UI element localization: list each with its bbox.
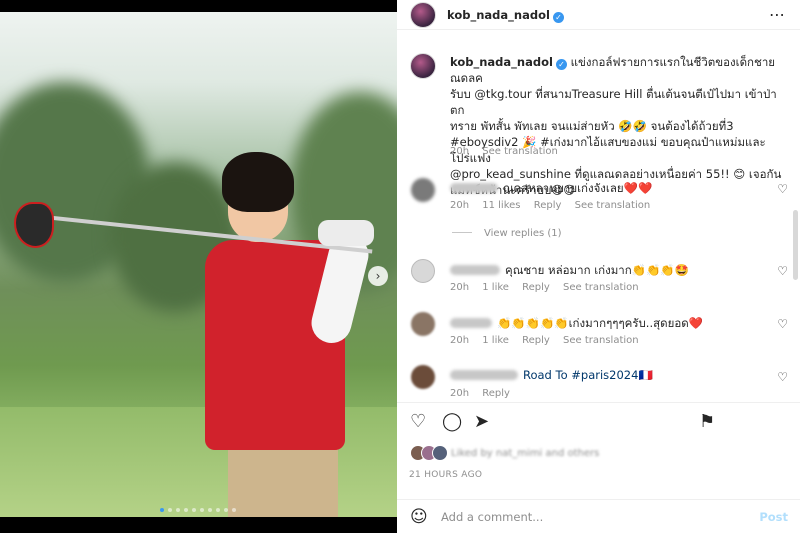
comment-meta: 20h 1 like Reply See translation <box>450 282 649 293</box>
comment-likes[interactable]: 11 likes <box>482 200 520 211</box>
heart-icon[interactable]: ♡ <box>410 411 426 432</box>
avatar <box>432 445 448 461</box>
reply-button[interactable]: Reply <box>534 200 562 211</box>
carousel-dots <box>160 508 236 512</box>
emoji-icon[interactable]: ☺ <box>410 507 428 527</box>
comment-time: 20h <box>450 282 470 293</box>
header-username[interactable]: kob_nada_nadol ✓ <box>447 8 564 23</box>
avatar[interactable] <box>411 259 435 283</box>
comment-meta: 20h 1 like Reply See translation <box>450 335 649 346</box>
bottom-bar <box>0 517 397 533</box>
kid-hair <box>222 152 294 212</box>
heart-icon[interactable]: ♡ <box>777 264 788 278</box>
comment-text: 👏👏👏👏👏เก่งมากๆๆๆครับ..สุดยอด❤️ <box>450 315 703 333</box>
avatar[interactable] <box>411 178 435 202</box>
comment-text: Road To #paris2024🇫🇷 <box>450 368 653 382</box>
avatar[interactable] <box>410 2 436 28</box>
see-translation-link[interactable]: See translation <box>563 282 639 293</box>
chevron-right-icon[interactable]: › <box>368 266 388 286</box>
caption-username[interactable]: kob_nada_nadol <box>450 55 553 69</box>
reply-button[interactable]: Reply <box>522 335 550 346</box>
comment-icon[interactable]: ◯ <box>442 411 462 432</box>
comment-meta: 20h Reply <box>450 388 520 399</box>
comment-body: ณดลหลานยายเก่งจังเลย❤️❤️ <box>503 181 653 195</box>
verified-badge-icon: ✓ <box>552 12 564 23</box>
comment-body: 👏👏👏👏👏เก่งมากๆๆๆครับ..สุดยอด❤️ <box>497 316 704 330</box>
comment-input[interactable] <box>441 508 741 526</box>
carousel-dot <box>224 508 228 512</box>
heart-icon[interactable]: ♡ <box>777 317 788 331</box>
carousel-dot <box>200 508 204 512</box>
comment-meta: 20h 11 likes Reply See translation <box>450 200 660 211</box>
caption-line: รับบ @tkg.tour ที่สนามTreasure Hill ตื่น… <box>450 87 777 117</box>
liked-by[interactable]: Liked by nat_mimi and others <box>397 444 800 462</box>
carousel-dot <box>192 508 196 512</box>
commenter-name[interactable] <box>450 183 498 193</box>
commenter-name[interactable] <box>450 318 492 328</box>
reply-button[interactable]: Reply <box>522 282 550 293</box>
golf-club-head <box>14 202 54 248</box>
see-translation-link[interactable]: See translation <box>482 146 558 157</box>
avatar[interactable] <box>410 53 436 79</box>
post-button[interactable]: Post <box>759 510 788 524</box>
post-header: kob_nada_nadol ✓ ⋯ <box>397 0 800 30</box>
post-photo[interactable]: › <box>0 12 397 517</box>
caption-line: @pro_kead_sunshine ที่ดูแลณดลอย่างเหนื่อ… <box>450 167 782 181</box>
comment-body: คุณชาย หล่อมาก เก่งมาก👏👏👏🤩 <box>505 263 689 277</box>
caption-time: 20h <box>450 146 470 157</box>
caption-text: kob_nada_nadol ✓ แข่งกอล์ฟรายการแรกในชีวิ… <box>450 54 785 198</box>
avatar[interactable] <box>411 312 435 336</box>
commenter-name[interactable] <box>450 265 500 275</box>
verified-badge-icon: ✓ <box>555 59 567 70</box>
bookmark-icon[interactable]: ⚑ <box>699 411 715 432</box>
post-side-panel: kob_nada_nadol ✓ ⋯ kob_nada_nadol ✓ แข่งกอ… <box>397 0 800 533</box>
heart-icon[interactable]: ♡ <box>777 370 788 384</box>
kid-pants <box>228 442 338 517</box>
golf-gloves <box>318 220 374 246</box>
caption-meta: 20h See translation <box>450 146 568 157</box>
comment-likes[interactable]: 1 like <box>482 282 509 293</box>
carousel-dot <box>232 508 236 512</box>
comment-text: ณดลหลานยายเก่งจังเลย❤️❤️ <box>450 180 652 198</box>
share-icon[interactable]: ➤ <box>474 411 489 432</box>
add-comment-bar: ☺ Post <box>397 499 800 533</box>
commenter-name[interactable] <box>450 370 518 380</box>
carousel-dot <box>216 508 220 512</box>
reply-button[interactable]: Reply <box>482 388 510 399</box>
post-timestamp[interactable]: 21 HOURS AGO <box>409 470 482 480</box>
carousel-dot <box>208 508 212 512</box>
more-icon[interactable]: ⋯ <box>769 5 786 24</box>
comment-body: Road To #paris2024🇫🇷 <box>523 368 653 382</box>
comment-likes[interactable]: 1 like <box>482 335 509 346</box>
caption-line: ทราย พัทสั้น พัทเลย จนแม่ส่ายหัว 🤣🤣 จนต้… <box>450 119 734 133</box>
see-translation-link[interactable]: See translation <box>563 335 639 346</box>
comment-time: 20h <box>450 388 470 399</box>
post-modal: › kob_nada_nadol ✓ ⋯ kob_nada_nadol ✓ แข่ง… <box>0 0 800 533</box>
carousel-dot <box>160 508 164 512</box>
scrollbar[interactable] <box>793 210 798 280</box>
comment-time: 20h <box>450 335 470 346</box>
avatar[interactable] <box>411 365 435 389</box>
carousel-dot <box>168 508 172 512</box>
view-replies-link[interactable]: View replies (1) <box>452 228 562 239</box>
username-text[interactable]: kob_nada_nadol <box>447 8 550 22</box>
carousel-dot <box>184 508 188 512</box>
carousel-dot <box>176 508 180 512</box>
action-bar: ♡ ◯ ➤ ⚑ <box>397 402 800 442</box>
liked-by-text[interactable]: Liked by nat_mimi and others <box>451 448 599 459</box>
heart-icon[interactable]: ♡ <box>777 182 788 196</box>
see-translation-link[interactable]: See translation <box>575 200 651 211</box>
comment-time: 20h <box>450 200 470 211</box>
comment-text: คุณชาย หล่อมาก เก่งมาก👏👏👏🤩 <box>450 262 689 280</box>
